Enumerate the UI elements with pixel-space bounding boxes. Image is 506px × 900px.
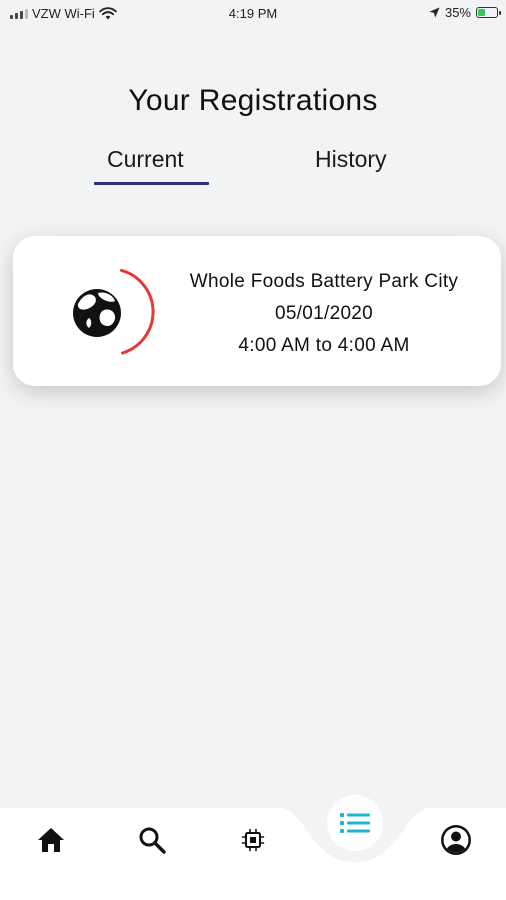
registration-graphic [73,268,155,355]
page-title: Your Registrations [128,84,378,117]
list-icon [340,813,370,833]
nav-list-button[interactable] [327,795,383,851]
globe-icon [73,289,121,337]
registration-details: Whole Foods Battery Park City 05/01/2020… [153,266,495,362]
progress-arc [120,268,155,355]
tab-current[interactable]: Current [107,146,184,173]
battery-percent: 35% [444,5,471,20]
location-arrow-icon [429,7,440,18]
battery-fill [478,9,485,16]
bottom-nav-background [0,808,506,900]
tab-history[interactable]: History [315,146,387,173]
nav-home-button[interactable] [29,818,73,862]
registration-card[interactable]: Whole Foods Battery Park City 05/01/2020… [13,236,501,386]
home-icon [38,828,64,852]
search-icon [139,827,166,854]
battery-icon [476,7,501,18]
chip-icon [241,828,265,852]
registration-store: Whole Foods Battery Park City [189,271,459,292]
nav-search-button[interactable] [130,818,174,862]
registration-time: 4:00 AM to 4:00 AM [238,335,410,356]
registration-date: 05/01/2020 [274,303,374,324]
tab-active-indicator [94,182,209,185]
status-bar: VZW Wi-Fi 4:19 PM 35% [0,0,506,28]
profile-icon [441,825,471,855]
status-right: 35% [429,5,501,20]
nav-profile-button[interactable] [434,818,478,862]
tab-bar: Current History [0,146,506,190]
nav-chip-button[interactable] [231,818,275,862]
